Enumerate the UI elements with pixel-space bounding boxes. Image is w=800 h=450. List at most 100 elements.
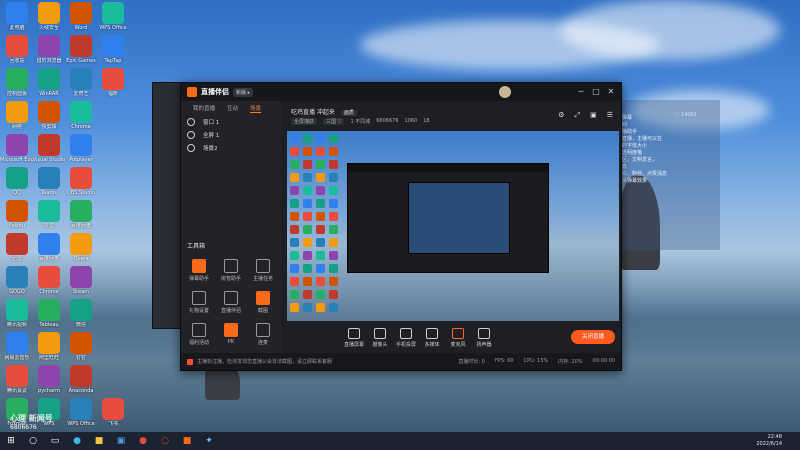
viewer-count: 1060 [404,118,418,124]
desktop-icon[interactable]: 抖音 [32,200,66,229]
live-companion-taskbar-icon[interactable]: ■ [180,434,194,448]
store-icon[interactable]: ▣ [114,434,128,448]
room-id: 6806676 [376,118,399,124]
windows-start-icon[interactable]: ⊞ [4,434,18,448]
desktop-icon[interactable]: Word [64,2,98,31]
desktop-icon[interactable]: 控制面板 [0,68,34,97]
desktop-icon[interactable]: 腾讯视频 [0,299,34,328]
eye-icon[interactable] [187,130,195,139]
desktop-icon[interactable]: 阿里旺旺 [32,332,66,361]
desktop-icon[interactable]: 火绒安全 [32,2,66,31]
app-icon[interactable]: ✦ [202,434,216,448]
desktop-icon-label: 回收站 [9,58,25,64]
desktop-icon[interactable]: QQ [0,167,34,196]
desktop-icon[interactable]: 腾讯会议 [0,365,34,394]
desktop-icon[interactable]: Opera [64,233,98,262]
scene-item[interactable]: 全屏 1 [181,128,281,141]
desktop-icon[interactable]: WPS Office [96,2,130,31]
desktop-icon[interactable]: 猎豹浏览器 [32,35,66,64]
desktop-icon-label: OBS Studio [67,190,95,196]
avatar[interactable] [499,86,511,98]
camera-button[interactable]: 摄像头 [367,328,393,348]
desktop-icon[interactable]: 网络 [0,101,34,130]
close-button[interactable]: ✕ [605,86,617,98]
desktop-icon[interactable]: WPS Office [64,398,98,427]
menu-icon[interactable]: ☰ [607,111,613,120]
desktop-icon[interactable]: Anaconda [64,365,98,394]
system-clock[interactable]: 22:48 2022/6/14 [756,434,782,448]
desktop-icon[interactable]: OBS Studio [64,167,98,196]
tab-my-live[interactable]: 我的直播 [193,104,215,112]
desktop-icon[interactable]: Chrome [64,101,98,130]
desktop-icon[interactable]: Tableau [32,299,66,328]
desktop-icon[interactable]: TapTap [96,35,130,64]
desktop-icon[interactable]: Visual Studio [32,134,66,163]
clock-date: 2022/6/14 [756,441,782,447]
microphone-button[interactable]: 麦克风 [445,328,471,348]
scene-item[interactable]: 窗口 1 [181,115,281,128]
desktop-icon[interactable]: 微信 [64,299,98,328]
edge-icon[interactable]: ● [70,434,84,448]
desktop-icon[interactable]: 网易云音乐 [0,332,34,361]
media-button[interactable]: 多媒体 [419,328,445,348]
opera-icon[interactable]: ○ [158,434,172,448]
desktop-icon[interactable]: 回收站 [0,35,34,64]
desktop-icon[interactable]: Feishu [0,200,34,229]
search-icon[interactable]: ○ [26,434,40,448]
tool-companion[interactable]: 直播伴侣 [217,291,245,314]
layout-icon[interactable]: ▣ [590,111,597,120]
desktop-icon[interactable]: Chrome [32,266,66,295]
tool-tasks[interactable]: 主播任务 [249,259,277,282]
category-chip[interactable]: 三国 ▽ [323,118,345,125]
desktop-icon[interactable]: Microsoft Edge [0,134,34,163]
desktop-icon[interactable]: 爱奇艺 [64,68,98,97]
tool-pk[interactable]: PK [217,323,245,345]
settings-icon[interactable]: ⚙ [558,111,564,120]
desktop-icon[interactable]: WinRAR [32,68,66,97]
task-view-icon[interactable]: ▭ [48,434,62,448]
status-message: 主播标注播，检测发现您直播公会非法截图，请立即联系客服 [197,359,333,365]
desktop-icon[interactable]: 迅雷 [0,233,34,262]
desktop-icon[interactable]: Potplayer [64,134,98,163]
tab-interact[interactable]: 互动 [227,104,238,112]
eye-icon[interactable] [187,117,195,126]
tool-gift[interactable]: 礼物设置 [185,291,213,314]
expand-icon[interactable]: ⤢ [574,111,580,120]
tool-link-mic[interactable]: 连麦 [249,323,277,346]
minimize-button[interactable]: ─ [575,86,587,98]
app-icon[interactable]: ● [136,434,150,448]
tool-danmaku[interactable]: 弹幕助手 [185,259,213,282]
tool-welfare[interactable]: 福利活动 [185,323,213,346]
desktop-icon[interactable]: GOGO [0,266,34,295]
desktop-icon[interactable]: 此电脑 [0,2,34,31]
capture-chip[interactable]: 全屏捕获 [291,118,318,125]
maximize-button[interactable]: □ [590,86,602,98]
desktop-icon[interactable]: pycharm [32,365,66,394]
file-explorer-icon[interactable]: ■ [92,434,106,448]
app-icon [6,35,28,57]
desktop-icon[interactable]: 百度网盘 [32,233,66,262]
stream-preview[interactable] [287,131,619,321]
scene-item[interactable]: 场景2 [181,141,281,154]
quality-tag[interactable]: 画质 [340,110,357,116]
tool-screenshot[interactable]: 截图 [249,291,277,314]
stop-live-button[interactable]: 关闭直播 [571,330,615,344]
desktop-icon[interactable]: 福昕 [96,68,130,97]
desktop-icon[interactable]: 快剪辑 [32,101,66,130]
desktop-icon[interactable]: 百度网盘 [64,200,98,229]
desktop-icon[interactable]: 钉钉 [64,332,98,361]
eye-icon[interactable] [187,143,195,152]
welfare-icon [192,323,206,337]
tool-room-manager[interactable]: 房管助手 [217,259,245,282]
desktop-icon[interactable]: Epic Games [64,35,98,64]
version-badge[interactable]: 新版 ▸ [233,87,254,97]
tab-scenes[interactable]: 场景 [250,104,262,113]
screen-capture-button[interactable]: 直播屏幕 [341,328,367,348]
desktop-icon[interactable]: Steam [64,266,98,295]
room-name[interactable]: 吃鸡直播 冲起来 [291,109,335,116]
speaker-button[interactable]: 扬声器 [471,328,497,348]
app-icon [6,332,28,354]
desktop-icon[interactable]: 飞书 [96,398,130,427]
phone-cast-button[interactable]: 手机投屏 [393,328,419,348]
desktop-icon[interactable]: Teams [32,167,66,196]
